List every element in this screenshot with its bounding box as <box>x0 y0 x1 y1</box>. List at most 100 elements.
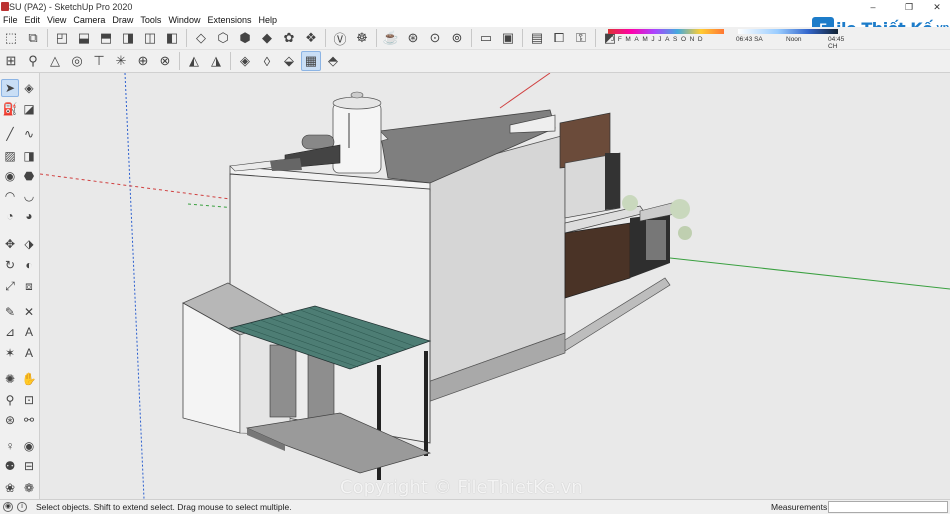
follow-me-icon[interactable]: ◐ <box>20 256 38 274</box>
warehouse-tool-icon[interactable]: ❀ <box>1 479 19 497</box>
menu-draw[interactable]: Draw <box>109 14 137 27</box>
protractor-icon[interactable]: ⚲ <box>23 51 43 71</box>
top-view-icon[interactable]: ⬓ <box>74 28 94 48</box>
offset-icon[interactable]: ⧈ <box>20 277 38 295</box>
minimize-button[interactable]: – <box>862 0 884 14</box>
move-icon[interactable]: ✥ <box>1 235 19 253</box>
hidden-line-icon[interactable]: ◆ <box>257 28 277 48</box>
solid-subtract-icon[interactable]: ⊗ <box>155 51 175 71</box>
wireframe-icon[interactable]: ⬢ <box>235 28 255 48</box>
info-icon[interactable]: i <box>17 502 27 512</box>
extension-tool-icon[interactable]: ❁ <box>20 479 38 497</box>
extension-warehouse-icon[interactable]: ☸ <box>352 28 372 48</box>
dimension-tool-icon[interactable]: ✕ <box>20 303 38 321</box>
previous-view-icon[interactable]: ⚯ <box>20 411 38 429</box>
text-icon[interactable]: ⊤ <box>89 51 109 71</box>
front-view-icon[interactable]: ⬒ <box>96 28 116 48</box>
scenes-icon[interactable]: ⧠ <box>549 28 569 48</box>
back-view-icon[interactable]: ◫ <box>140 28 160 48</box>
scene-icon[interactable]: ▭ <box>476 28 496 48</box>
time-slider[interactable] <box>738 29 838 34</box>
date-slider[interactable] <box>608 29 724 34</box>
shaded-textures-icon[interactable]: ❖ <box>301 28 321 48</box>
menu-camera[interactable]: Camera <box>70 14 109 27</box>
menu-tools[interactable]: Tools <box>137 14 165 27</box>
zoom-window-icon[interactable]: ⊡ <box>20 391 38 409</box>
push-pull-icon[interactable]: ⬗ <box>20 235 38 253</box>
shaded-icon[interactable]: ✿ <box>279 28 299 48</box>
make-component-icon[interactable]: ◈ <box>20 79 38 97</box>
sandbox-icon[interactable]: ◭ <box>184 51 204 71</box>
rectangle-icon[interactable]: ▨ <box>1 147 19 165</box>
menu-file[interactable]: File <box>0 14 22 27</box>
time-start-label: 06:43 SA <box>736 36 763 43</box>
section-cut-icon[interactable]: ⊙ <box>425 28 445 48</box>
3d-text-icon[interactable]: ✳ <box>111 51 131 71</box>
three-point-arc-icon[interactable]: ◕ <box>20 207 38 225</box>
maximize-button[interactable]: ❐ <box>898 0 920 14</box>
tape-icon[interactable]: △ <box>45 51 65 71</box>
left-view-icon[interactable]: ◧ <box>162 28 182 48</box>
right-view-icon[interactable]: ◨ <box>118 28 138 48</box>
rotate-icon[interactable]: ↻ <box>1 256 19 274</box>
tape-measure-icon[interactable]: ✎ <box>1 303 19 321</box>
look-around-icon[interactable]: ◉ <box>20 437 38 455</box>
xray-icon[interactable]: ◇ <box>191 28 211 48</box>
drape-icon[interactable]: ◊ <box>257 51 277 71</box>
shadow-settings[interactable]: JFMAMJJASOND 06:43 SA Noon 04:45 CH <box>608 29 844 50</box>
protractor-tool-icon[interactable]: ⊿ <box>1 323 19 341</box>
circle-icon[interactable]: ◉ <box>1 167 19 185</box>
component-icon[interactable]: ⧉ <box>23 28 43 48</box>
polygon-icon[interactable]: ⬣ <box>20 167 38 185</box>
rotated-rect-icon[interactable]: ◨ <box>20 147 38 165</box>
layout-icon[interactable]: ☕ <box>381 28 401 48</box>
position-camera-icon[interactable]: ♀ <box>1 437 19 455</box>
contours-icon[interactable]: ⬘ <box>323 51 343 71</box>
axes-tool-icon[interactable]: ✶ <box>1 344 19 362</box>
status-message: Select objects. Shift to extend select. … <box>36 502 292 512</box>
arc-icon[interactable]: ◠ <box>1 187 19 205</box>
axes-icon[interactable]: ◎ <box>67 51 87 71</box>
select-tool-icon[interactable]: ➤ <box>1 79 19 97</box>
orbit-icon[interactable]: ✺ <box>1 370 19 388</box>
menu-edit[interactable]: Edit <box>22 14 45 27</box>
dimension-icon[interactable]: ⊞ <box>1 51 21 71</box>
menu-extensions[interactable]: Extensions <box>204 14 255 27</box>
walk-tool-icon[interactable]: ⚉ <box>1 457 19 475</box>
zoom-extents-icon[interactable]: ⊛ <box>1 411 19 429</box>
stamp-icon[interactable]: ◈ <box>235 51 255 71</box>
flip-edge-icon[interactable]: ▦ <box>301 51 321 71</box>
lock-icon[interactable]: ⚿ <box>571 28 591 48</box>
menu-view[interactable]: View <box>44 14 70 27</box>
text-tool-icon[interactable]: A <box>20 323 38 341</box>
walk-icon[interactable]: ▤ <box>527 28 547 48</box>
add-detail-icon[interactable]: ⬙ <box>279 51 299 71</box>
camera-icon[interactable]: ▣ <box>498 28 518 48</box>
pie-icon[interactable]: ◔ <box>1 207 19 225</box>
iso-view-icon[interactable]: ◰ <box>52 28 72 48</box>
line-tool-icon[interactable]: ╱ <box>1 125 19 143</box>
solid-union-icon[interactable]: ⊕ <box>133 51 153 71</box>
eraser-icon[interactable]: ◪ <box>20 100 38 118</box>
menu-help[interactable]: Help <box>255 14 281 27</box>
paint-bucket-icon[interactable]: ⛽ <box>1 100 19 118</box>
two-point-arc-icon[interactable]: ◡ <box>20 187 38 205</box>
close-button[interactable]: ✕ <box>926 0 948 14</box>
model-viewport[interactable]: Copyright © FileThietKe.vn <box>40 73 950 499</box>
scale-icon[interactable]: ⤢ <box>1 277 19 295</box>
select-icon[interactable]: ⬚ <box>1 28 21 48</box>
back-edges-icon[interactable]: ⬡ <box>213 28 233 48</box>
measurements-input[interactable] <box>828 501 948 513</box>
section-plane-tool-icon[interactable]: ⊟ <box>20 457 38 475</box>
section-plane-icon[interactable]: ⊛ <box>403 28 423 48</box>
geo-location-icon[interactable]: ◉ <box>3 502 13 512</box>
smoove-icon[interactable]: ◮ <box>206 51 226 71</box>
3d-text-tool-icon[interactable]: A <box>20 344 38 362</box>
pan-icon[interactable]: ✋ <box>20 370 38 388</box>
menu-window[interactable]: Window <box>165 14 204 27</box>
section-fill-icon[interactable]: ⊚ <box>447 28 467 48</box>
freehand-icon[interactable]: ∿ <box>20 125 38 143</box>
zoom-icon[interactable]: ⚲ <box>1 391 19 409</box>
3d-warehouse-icon[interactable]: Ⓥ <box>330 28 350 48</box>
toolbar-separator <box>376 29 377 47</box>
